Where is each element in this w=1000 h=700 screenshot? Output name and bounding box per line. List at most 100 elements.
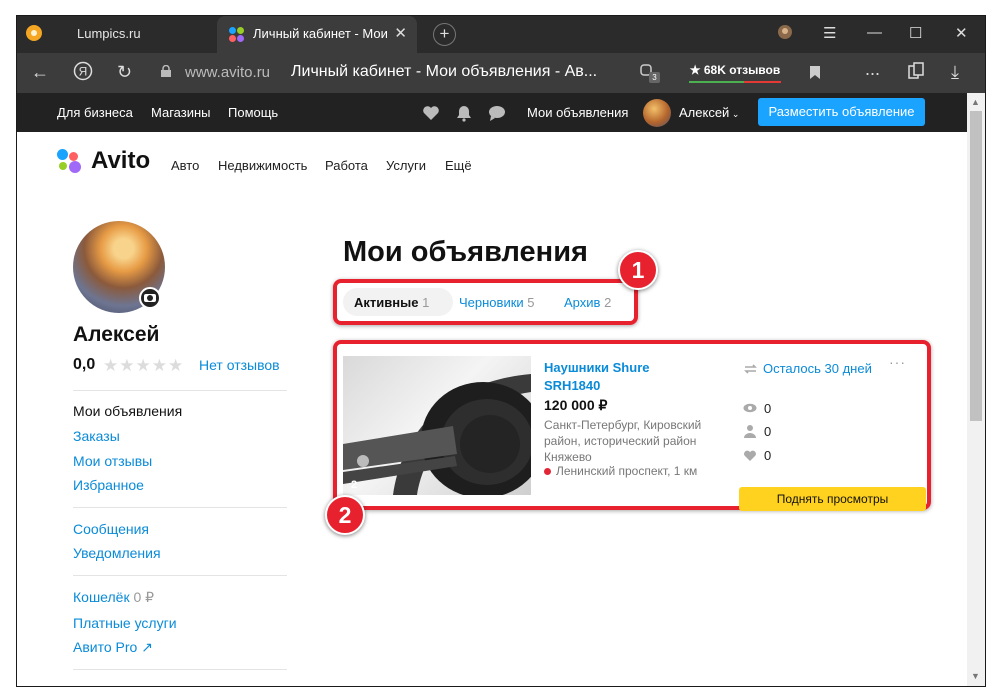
sidebar-item-avito-pro[interactable]: Авито Pro ↗	[73, 639, 153, 656]
link-help[interactable]: Помощь	[228, 105, 278, 120]
tab-drafts[interactable]: Черновики 5	[459, 295, 535, 310]
url-page-title: Личный кабинет - Мои объявления - Ав...	[291, 63, 598, 80]
browser-window: Lumpics.ru Личный кабинет - Мои ✕ + ☰ — …	[17, 16, 985, 686]
chevron-down-icon: ⌄	[729, 109, 740, 119]
tab-active[interactable]: Активные 1	[354, 295, 429, 310]
more-icon[interactable]: ...	[865, 59, 880, 80]
sidebar-item-favorites[interactable]: Избранное	[73, 477, 144, 493]
wallet-label: Кошелёк	[73, 589, 130, 605]
listing-title[interactable]: Наушники Shure SRH1840	[544, 359, 704, 395]
person-icon	[744, 425, 756, 438]
tab-drafts-label: Черновики	[459, 295, 524, 310]
tab-title: Личный кабинет - Мои	[253, 26, 388, 41]
annotation-badge-1: 1	[618, 250, 658, 290]
menu-icon[interactable]: ☰	[823, 24, 836, 42]
link-for-business[interactable]: Для бизнеса	[57, 105, 133, 120]
heart-icon[interactable]	[422, 104, 440, 122]
eye-icon	[743, 403, 757, 413]
listing-photo[interactable]: 2	[343, 356, 531, 495]
back-icon[interactable]: ←	[31, 62, 49, 83]
contacts-count: 0	[764, 424, 772, 439]
sidebar-item-notifications[interactable]: Уведомления	[73, 545, 161, 561]
user-name: Алексей	[679, 105, 730, 120]
tab-avito[interactable]: Личный кабинет - Мои ✕	[217, 16, 417, 53]
rating-score: 0,0	[73, 356, 96, 373]
scroll-up-icon[interactable]: ▲	[971, 97, 980, 107]
divider	[73, 390, 287, 391]
heart-icon	[744, 450, 756, 461]
avatar[interactable]	[643, 99, 671, 127]
svg-text:Я: Я	[79, 65, 88, 79]
avito-favicon-icon	[229, 27, 245, 43]
days-left-link[interactable]: Осталось 30 дней	[763, 361, 872, 376]
link-my-ads[interactable]: Мои объявления	[527, 105, 628, 120]
page-title: Мои объявления	[343, 236, 588, 268]
divider	[73, 507, 287, 508]
listing-address: Санкт-Петербург, Кировский район, истори…	[544, 418, 702, 464]
reload-icon[interactable]: ↻	[117, 62, 132, 83]
download-icon[interactable]: ⤓	[951, 62, 959, 83]
tab-active-count: 1	[422, 295, 430, 310]
nav-item-jobs[interactable]: Работа	[325, 158, 368, 173]
site-favicon-icon	[26, 25, 42, 41]
sidebar-item-paid-services[interactable]: Платные услуги	[73, 615, 177, 631]
tab-lumpics[interactable]: Lumpics.ru	[77, 26, 141, 41]
ads-tabs: Активные 1 Черновики 5 Архив 2	[333, 279, 638, 325]
nav-item-realty[interactable]: Недвижимость	[218, 158, 307, 173]
new-tab-button[interactable]: +	[433, 23, 456, 46]
address-bar: ← Я ↻ www.avito.ru Личный кабинет - Мои …	[17, 53, 985, 93]
metro-dot-icon	[544, 468, 551, 475]
bell-icon[interactable]	[455, 104, 473, 122]
photo-count: 2	[351, 479, 358, 491]
tab-archive-count: 2	[604, 295, 612, 310]
lock-icon	[161, 65, 171, 77]
listing-more-button[interactable]: ···	[889, 354, 906, 370]
profile-icon[interactable]	[777, 24, 793, 44]
close-window-icon[interactable]: ✕	[955, 24, 968, 42]
link-shops[interactable]: Магазины	[151, 105, 211, 120]
scrollbar-thumb[interactable]	[970, 111, 982, 421]
sidebar-item-my-ads[interactable]: Мои объявления	[73, 403, 182, 419]
tab-archive[interactable]: Архив 2	[564, 295, 611, 310]
repeat-icon	[744, 364, 757, 374]
raise-views-button[interactable]: Поднять просмотры	[739, 487, 926, 511]
rating-stars-icon: ★★★★★	[103, 356, 185, 375]
camera-icon[interactable]	[139, 287, 161, 309]
url-field[interactable]: www.avito.ru Личный кабинет - Мои объявл…	[153, 59, 673, 87]
no-reviews-link[interactable]: Нет отзывов	[199, 357, 280, 373]
metro-label: Ленинский проспект, 1 км	[556, 464, 698, 478]
close-tab-icon[interactable]: ✕	[394, 24, 407, 42]
wallet-amount: 0 ₽	[133, 589, 155, 605]
tab-archive-label: Архив	[564, 295, 601, 310]
post-ad-button[interactable]: Разместить объявление	[758, 98, 925, 126]
nav-item-more[interactable]: Ещё	[445, 158, 472, 173]
sidebar-item-messages[interactable]: Сообщения	[73, 521, 149, 537]
divider	[73, 669, 287, 670]
user-name-menu[interactable]: Алексей ⌄	[679, 105, 739, 120]
avito-top-bar: Для бизнеса Магазины Помощь Мои объявлен…	[17, 93, 967, 132]
collections-icon[interactable]	[907, 62, 925, 85]
maximize-icon[interactable]: ☐	[909, 24, 922, 42]
logo-text: Avito	[91, 147, 151, 174]
minimize-icon[interactable]: —	[867, 24, 882, 41]
scrollbar[interactable]: ▲ ▼	[967, 93, 985, 686]
headphones-image	[343, 374, 531, 495]
listing-price: 120 000 ₽	[544, 397, 608, 413]
sidebar-item-orders[interactable]: Заказы	[73, 428, 120, 444]
divider	[73, 575, 287, 576]
scroll-down-icon[interactable]: ▼	[971, 671, 980, 681]
yandex-icon[interactable]: Я	[73, 61, 93, 86]
extension-icon[interactable]: 3	[639, 63, 660, 83]
rating-badge[interactable]: ★ 68K отзывов	[685, 61, 785, 83]
chat-icon[interactable]	[488, 104, 506, 122]
sidebar-item-reviews[interactable]: Мои отзывы	[73, 453, 152, 469]
bookmark-icon[interactable]	[809, 64, 821, 85]
nav-item-services[interactable]: Услуги	[386, 158, 426, 173]
sidebar-item-wallet[interactable]: Кошелёк 0 ₽	[73, 589, 154, 606]
favorites-count: 0	[764, 448, 772, 463]
views-count: 0	[764, 401, 772, 416]
profile-name: Алексей	[73, 323, 160, 346]
extension-count: 3	[649, 72, 660, 83]
listing-card: 2 Наушники Shure SRH1840 120 000 ₽ Санкт…	[333, 340, 931, 511]
nav-item-auto[interactable]: Авто	[171, 158, 199, 173]
